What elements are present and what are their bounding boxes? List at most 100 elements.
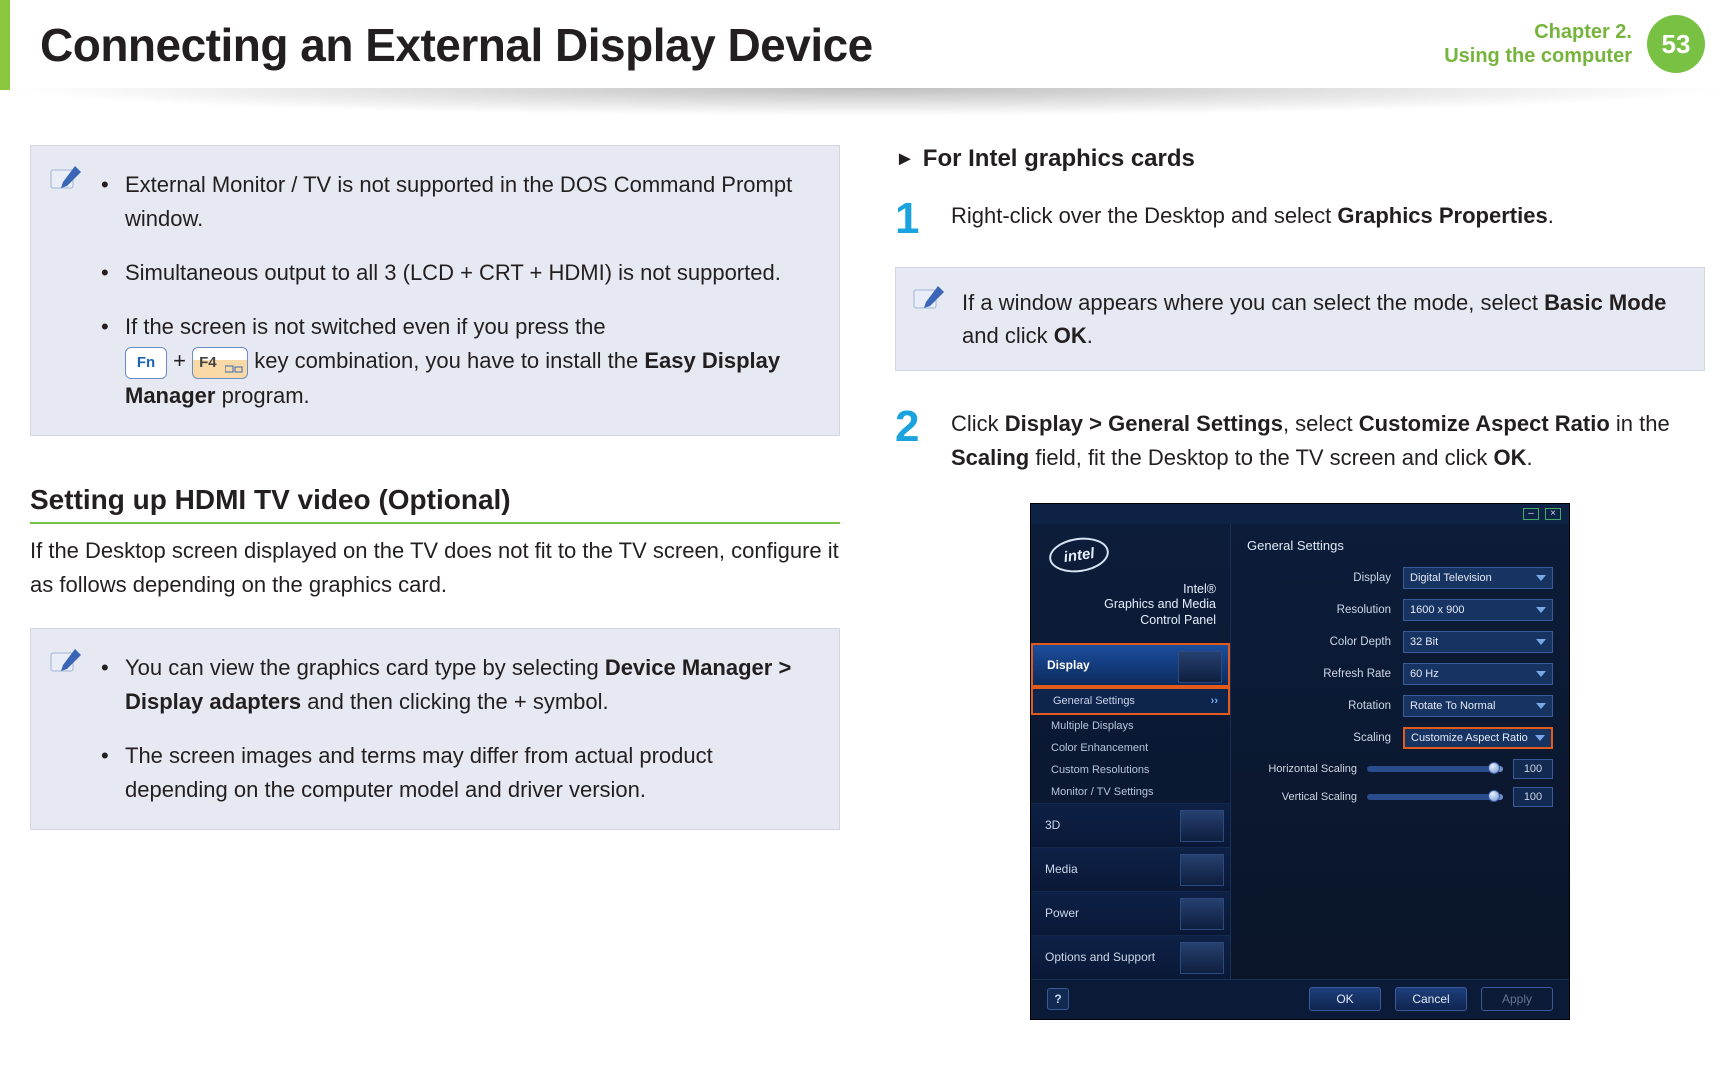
sidebar-sub-label: General Settings xyxy=(1053,695,1135,707)
main-title: General Settings xyxy=(1247,538,1553,553)
label-vscale: Vertical Scaling xyxy=(1247,791,1357,803)
dropdown-refresh[interactable]: 60 Hz xyxy=(1403,663,1553,685)
dropdown-display[interactable]: Digital Television xyxy=(1403,567,1553,589)
sidebar-item-display[interactable]: Display xyxy=(1031,643,1230,687)
dd-value: 1600 x 900 xyxy=(1410,604,1464,616)
nbb2: OK xyxy=(1054,323,1087,348)
row-refresh: Refresh Rate 60 Hz xyxy=(1247,663,1553,685)
nba: If a window appears where you can select… xyxy=(962,290,1544,315)
sidebar-item-media[interactable]: Media xyxy=(1031,847,1230,891)
header-right: Chapter 2. Using the computer 53 xyxy=(1444,15,1705,73)
section-body-hdmi: If the Desktop screen displayed on the T… xyxy=(30,534,840,602)
label-colordepth: Color Depth xyxy=(1281,636,1391,648)
note3-part-b: key combination, you have to install the xyxy=(254,348,644,373)
sidebar-item-options[interactable]: Options and Support xyxy=(1031,935,1230,979)
s1bold: Graphics Properties xyxy=(1337,203,1547,228)
label-rotation: Rotation xyxy=(1281,700,1391,712)
sidebar-item-label: Media xyxy=(1045,862,1078,876)
intel-sidebar: intel Intel® Graphics and Media Control … xyxy=(1031,524,1231,979)
dropdown-resolution[interactable]: 1600 x 900 xyxy=(1403,599,1553,621)
fn-key-icon: Fn xyxy=(125,347,167,379)
chapter-line2: Using the computer xyxy=(1444,44,1632,68)
s2a: Click xyxy=(951,411,1005,436)
row-scaling: Scaling Customize Aspect Ratio xyxy=(1247,727,1553,749)
note-icon xyxy=(49,164,83,192)
slider-hscale[interactable] xyxy=(1367,766,1503,772)
intel-logo: intel xyxy=(1031,524,1230,578)
page-header: Connecting an External Display Device Ch… xyxy=(0,0,1735,90)
nbb1: Basic Mode xyxy=(1544,290,1666,315)
slider-knob-icon xyxy=(1488,790,1500,802)
sidebar-sub-general[interactable]: General Settings ›› xyxy=(1031,687,1230,715)
sidebar-item-label: Power xyxy=(1045,906,1079,920)
dd-value: 32 Bit xyxy=(1410,636,1438,648)
sidebar-item-label: Options and Support xyxy=(1045,950,1155,964)
close-button[interactable] xyxy=(1545,508,1561,520)
row-hscale: Horizontal Scaling 100 xyxy=(1247,759,1553,779)
cancel-button[interactable]: Cancel xyxy=(1395,987,1467,1011)
f4-key-icon: F4 xyxy=(192,347,248,379)
thumb-icon xyxy=(1180,898,1224,930)
sidebar-sub-color[interactable]: Color Enhancement xyxy=(1031,737,1230,759)
monitor-thumb-icon xyxy=(1178,651,1222,683)
note2-bullet-2: The screen images and terms may differ f… xyxy=(101,739,811,807)
note2-bullet-1: You can view the graphics card type by s… xyxy=(101,651,811,719)
apply-button[interactable]: Apply xyxy=(1481,987,1553,1011)
chevron-down-icon xyxy=(1535,735,1545,741)
slider-vscale[interactable] xyxy=(1367,794,1503,800)
chapter-line1: Chapter 2. xyxy=(1444,20,1632,44)
note-icon xyxy=(912,284,946,312)
chevron-down-icon xyxy=(1536,671,1546,677)
dropdown-scaling[interactable]: Customize Aspect Ratio xyxy=(1403,727,1553,749)
sidebar-item-3d[interactable]: 3D xyxy=(1031,803,1230,847)
dd-value: 60 Hz xyxy=(1410,668,1439,680)
label-scaling: Scaling xyxy=(1281,732,1391,744)
value-hscale: 100 xyxy=(1513,759,1553,779)
thumb-icon xyxy=(1180,942,1224,974)
left-column: External Monitor / TV is not supported i… xyxy=(30,145,840,1020)
minimize-button[interactable] xyxy=(1523,508,1539,520)
intel-footer: ? OK Cancel Apply xyxy=(1031,979,1569,1019)
s1b: . xyxy=(1548,203,1554,228)
value-vscale: 100 xyxy=(1513,787,1553,807)
row-display: Display Digital Television xyxy=(1247,567,1553,589)
sidebar-item-label: Display xyxy=(1047,658,1090,672)
s2b1: Display > General Settings xyxy=(1005,411,1283,436)
step-1-text: Right-click over the Desktop and select … xyxy=(951,199,1554,239)
n2b1-a: You can view the graphics card type by s… xyxy=(125,655,605,680)
note3-part-c: program. xyxy=(215,383,309,408)
sidebar-sub-montv[interactable]: Monitor / TV Settings xyxy=(1031,781,1230,803)
ok-button[interactable]: OK xyxy=(1309,987,1381,1011)
page-number-badge: 53 xyxy=(1647,15,1705,73)
s2c: in the xyxy=(1610,411,1670,436)
sidebar-item-power[interactable]: Power xyxy=(1031,891,1230,935)
slider-knob-icon xyxy=(1488,762,1500,774)
right-column: ► For Intel graphics cards 1 Right-click… xyxy=(895,145,1705,1020)
dd-value: Digital Television xyxy=(1410,572,1492,584)
s2e: . xyxy=(1527,445,1533,470)
intel-body: intel Intel® Graphics and Media Control … xyxy=(1031,524,1569,979)
nbmid: and click xyxy=(962,323,1054,348)
s1a: Right-click over the Desktop and select xyxy=(951,203,1337,228)
step-number-2: 2 xyxy=(895,407,931,475)
content-columns: External Monitor / TV is not supported i… xyxy=(0,90,1735,1020)
help-button[interactable]: ? xyxy=(1047,988,1069,1010)
sidebar-sub-custom[interactable]: Custom Resolutions xyxy=(1031,759,1230,781)
f4-key-label: F4 xyxy=(199,351,217,374)
dd-value: Customize Aspect Ratio xyxy=(1411,732,1528,744)
row-rotation: Rotation Rotate To Normal xyxy=(1247,695,1553,717)
sidebar-item-label: 3D xyxy=(1045,818,1060,832)
s2b4: OK xyxy=(1494,445,1527,470)
note-bullet-1: External Monitor / TV is not supported i… xyxy=(101,168,811,236)
row-resolution: Resolution 1600 x 900 xyxy=(1247,599,1553,621)
chevron-down-icon xyxy=(1536,703,1546,709)
intel-name-l3: Control Panel xyxy=(1031,613,1216,629)
note-bullet-2: Simultaneous output to all 3 (LCD + CRT … xyxy=(101,256,811,290)
intel-titlebar xyxy=(1031,504,1569,524)
dropdown-rotation[interactable]: Rotate To Normal xyxy=(1403,695,1553,717)
dropdown-colordepth[interactable]: 32 Bit xyxy=(1403,631,1553,653)
sub-heading-text: For Intel graphics cards xyxy=(923,145,1195,173)
thumb-icon xyxy=(1180,810,1224,842)
chevron-down-icon xyxy=(1536,575,1546,581)
sidebar-sub-multiple[interactable]: Multiple Displays xyxy=(1031,715,1230,737)
